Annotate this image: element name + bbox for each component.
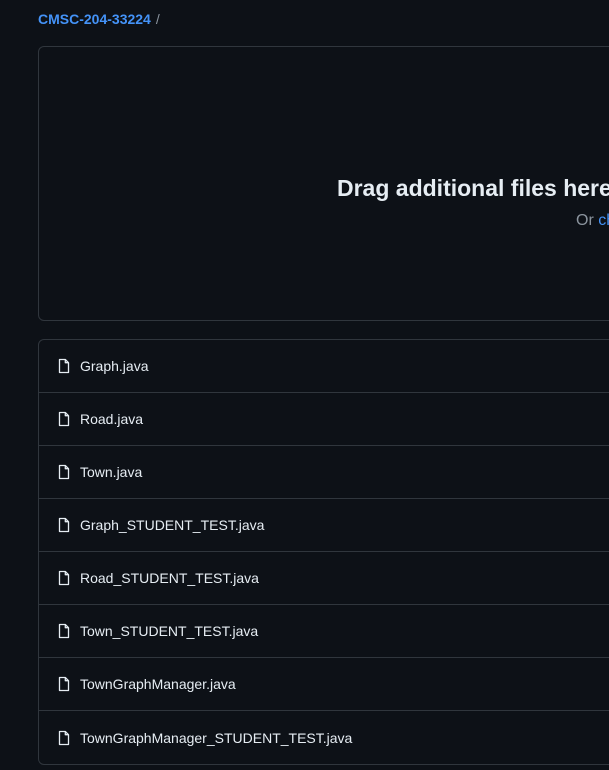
dropzone-subtitle-prefix: Or (576, 212, 599, 229)
file-name: Graph.java (80, 358, 149, 374)
file-name: TownGraphManager.java (80, 676, 236, 692)
file-icon (56, 464, 72, 480)
file-list: Graph.java Road.java Town.java Graph_STU… (38, 339, 609, 765)
file-row[interactable]: TownGraphManager_STUDENT_TEST.java (39, 711, 609, 764)
file-row[interactable]: Town_STUDENT_TEST.java (39, 605, 609, 658)
dropzone-subtitle: Or ch (576, 212, 609, 230)
file-icon (56, 517, 72, 533)
file-name: Town_STUDENT_TEST.java (80, 623, 259, 639)
file-row[interactable]: Road.java (39, 393, 609, 446)
file-icon (56, 570, 72, 586)
file-icon (56, 730, 72, 746)
file-name: TownGraphManager_STUDENT_TEST.java (80, 729, 353, 746)
file-row[interactable]: TownGraphManager.java (39, 658, 609, 711)
breadcrumb: CMSC-204-33224/ (38, 9, 160, 29)
file-icon (56, 411, 72, 427)
file-icon (56, 358, 72, 374)
file-icon (56, 623, 72, 639)
file-icon (56, 676, 72, 692)
file-row[interactable]: Graph.java (39, 340, 609, 393)
file-row[interactable]: Town.java (39, 446, 609, 499)
breadcrumb-repo-link[interactable]: CMSC-204-33224 (38, 11, 151, 27)
file-name: Road_STUDENT_TEST.java (80, 570, 259, 586)
file-name: Graph_STUDENT_TEST.java (80, 517, 265, 533)
dropzone-title: Drag additional files here (337, 175, 609, 201)
file-row[interactable]: Graph_STUDENT_TEST.java (39, 499, 609, 552)
choose-files-link[interactable]: ch (598, 212, 609, 229)
file-name: Road.java (80, 411, 144, 427)
file-dropzone[interactable]: Drag additional files here Or ch (38, 46, 609, 321)
file-name: Town.java (80, 464, 143, 480)
file-row[interactable]: Road_STUDENT_TEST.java (39, 552, 609, 605)
breadcrumb-separator: / (155, 11, 160, 27)
upload-page: CMSC-204-33224/ Drag additional files he… (0, 0, 609, 770)
